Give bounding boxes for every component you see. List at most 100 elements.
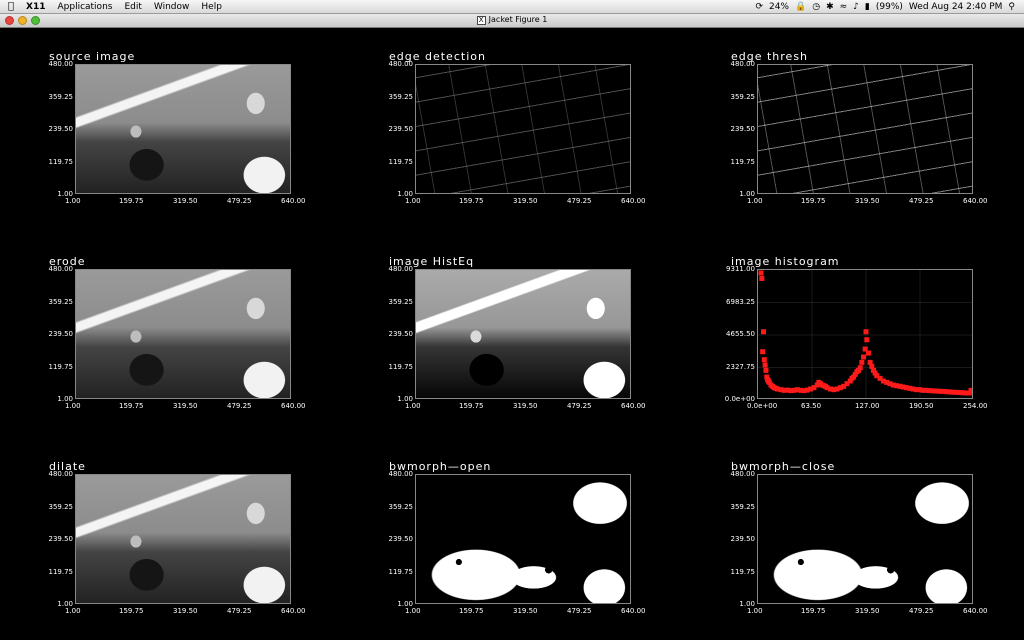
x-tick-label: 319.50 — [173, 607, 198, 615]
plot-area — [415, 269, 631, 399]
y-tick-label: 119.75 — [48, 157, 74, 166]
y-tick-label: 119.75 — [48, 567, 74, 576]
x-tick-label: 159.75 — [459, 607, 484, 615]
y-tick-label: 359.25 — [48, 502, 74, 511]
x-tick-label: 640.00 — [621, 402, 646, 410]
x-tick-label: 254.00 — [963, 402, 988, 410]
volume-icon[interactable]: ♪ — [850, 2, 862, 12]
x-tick-label: 1.00 — [405, 607, 421, 615]
x-tick-label: 479.25 — [567, 197, 592, 205]
y-tick-label: 480.00 — [388, 60, 414, 68]
y-tick-label: 119.75 — [388, 567, 414, 576]
x-tick-label: 1.00 — [747, 197, 763, 205]
battery-icon[interactable]: ▮ — [862, 2, 873, 12]
y-tick-label: 359.25 — [48, 297, 74, 306]
histogram-point — [864, 337, 870, 343]
x-tick-label: 319.50 — [855, 607, 880, 615]
y-tick-label: 239.50 — [730, 125, 756, 133]
x-tick-label: 159.75 — [119, 402, 144, 410]
x-tick-label: 63.50 — [801, 402, 822, 410]
y-tick-label: 359.25 — [388, 297, 414, 306]
subplot-5: image HistEq 480.00 359.25 239.50 119.75 1.00… — [389, 255, 715, 425]
wifi-icon[interactable]: ≈ — [837, 2, 851, 12]
x-tick-label: 159.75 — [119, 197, 144, 205]
x-tick-label: 479.25 — [567, 402, 592, 410]
apple-menu-icon[interactable]:  — [0, 1, 20, 12]
battery-small-percent: 24% — [768, 1, 789, 12]
y-tick-label: 239.50 — [730, 535, 756, 543]
subplot-2: edge detection 480.00 359.25 239.50 119.75 1.… — [389, 50, 715, 220]
y-tick-label: 119.75 — [388, 157, 414, 166]
x-tick-label: 159.75 — [801, 197, 826, 205]
window-title-bar[interactable]: X Jacket Figure 1 — [0, 14, 1024, 28]
menu-help[interactable]: Help — [195, 2, 228, 12]
subplot-3: edge thresh 480.00 359.25 239.50 119.75 1.00 1… — [731, 50, 1024, 220]
plot-area — [415, 474, 631, 604]
x-tick-label: 319.50 — [173, 197, 198, 205]
histogram-point — [761, 357, 767, 363]
y-tick-label: 119.75 — [48, 362, 74, 371]
grayscale-image — [76, 475, 290, 603]
y-tick-label: 359.25 — [730, 502, 756, 511]
plot-area — [757, 269, 973, 399]
y-tick-label: 480.00 — [388, 265, 414, 273]
subplot-7: dilate 480.00 359.25 239.50 119.75 1.00 1.00 15… — [49, 460, 375, 630]
x-tick-label: 640.00 — [281, 197, 306, 205]
y-tick-label: 359.25 — [388, 92, 414, 101]
x-tick-label: 479.25 — [909, 607, 934, 615]
x-tick-label: 319.50 — [513, 607, 538, 615]
x-tick-label: 479.25 — [227, 197, 252, 205]
x-tick-label: 1.00 — [65, 607, 81, 615]
grayscale-image — [76, 270, 290, 398]
sync-icon[interactable]: ⟳ — [752, 2, 766, 12]
battery-percent: (99%) — [875, 1, 903, 12]
plot-area — [757, 64, 973, 194]
x-tick-label: 640.00 — [621, 197, 646, 205]
x11-app-icon: X — [476, 16, 486, 25]
edge-threshold-image — [758, 65, 972, 193]
x-tick-label: 1.00 — [747, 607, 763, 615]
x-tick-label: 640.00 — [281, 607, 306, 615]
y-tick-label: 239.50 — [388, 125, 414, 133]
clock[interactable]: Wed Aug 24 2:40 PM — [906, 2, 1006, 12]
x-tick-label: 159.75 — [459, 402, 484, 410]
subplot-8: bwmorph—open 480.00 359.25 239.50 119.75 1.00… — [389, 460, 715, 630]
x-tick-label: 319.50 — [855, 197, 880, 205]
plot-area — [415, 64, 631, 194]
menu-app-name[interactable]: X11 — [20, 2, 51, 12]
y-tick-label: 119.75 — [388, 362, 414, 371]
bluetooth-icon[interactable]: ✱ — [823, 2, 837, 12]
y-tick-label: 480.00 — [730, 470, 756, 478]
y-tick-label: 359.25 — [388, 502, 414, 511]
y-tick-label: 239.50 — [48, 125, 74, 133]
menu-window[interactable]: Window — [148, 2, 196, 12]
y-tick-label: 239.50 — [48, 535, 74, 543]
histogram-point — [863, 329, 869, 335]
y-tick-label: 480.00 — [48, 265, 74, 273]
y-tick-label: 4655.50 — [726, 330, 755, 338]
spotlight-icon[interactable]: ⚲ — [1005, 2, 1018, 12]
y-tick-label: 480.00 — [48, 60, 74, 68]
menu-edit[interactable]: Edit — [118, 2, 147, 12]
x-tick-label: 319.50 — [173, 402, 198, 410]
histogram-point — [758, 270, 764, 276]
lock-icon[interactable]: 🔒 — [792, 2, 809, 12]
y-tick-label: 359.25 — [730, 92, 756, 101]
x-tick-label: 479.25 — [567, 607, 592, 615]
x-tick-label: 159.75 — [459, 197, 484, 205]
grayscale-image — [76, 65, 290, 193]
x-tick-label: 159.75 — [801, 607, 826, 615]
menu-applications[interactable]: Applications — [51, 2, 118, 12]
menu-bar:  X11 Applications Edit Window Help ⟳ 24… — [0, 0, 1024, 14]
binary-morph-image — [758, 475, 972, 603]
y-tick-label: 239.50 — [388, 330, 414, 338]
histogram-point — [763, 367, 769, 373]
binary-morph-image — [416, 475, 630, 603]
x-tick-label: 319.50 — [513, 402, 538, 410]
subplot-1: source image 480.00 359.25 239.50 119.75 1.00… — [49, 50, 375, 220]
plot-area — [757, 474, 973, 604]
y-tick-label: 119.75 — [730, 567, 756, 576]
y-tick-label: 2327.75 — [726, 362, 755, 371]
histogram-point — [760, 349, 766, 355]
time-machine-icon[interactable]: ◷ — [809, 2, 823, 12]
